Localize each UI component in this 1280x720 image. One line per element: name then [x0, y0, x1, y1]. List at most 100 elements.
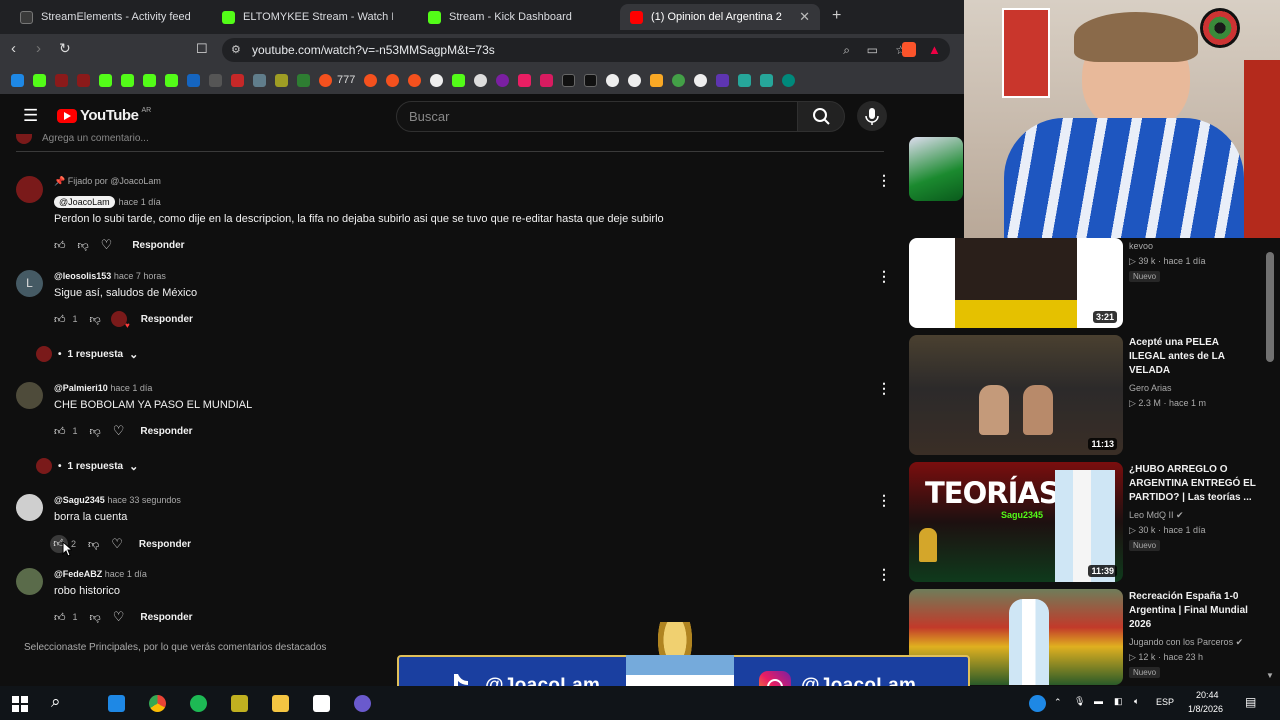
bookmark-icon[interactable] [716, 73, 730, 87]
reply-button[interactable]: Responder [139, 539, 191, 550]
spotify-icon[interactable] [190, 695, 207, 712]
comment-time[interactable]: hace 1 día [119, 197, 161, 207]
bookmark-icon[interactable] [55, 73, 68, 87]
bookmark-icon[interactable] [386, 73, 400, 87]
bookmark-icon[interactable] [33, 73, 46, 87]
comment-author[interactable]: @Sagu2345 [54, 495, 105, 505]
clock-time[interactable]: 20:44 [1196, 690, 1219, 700]
battery-icon[interactable]: ▬ [1094, 696, 1103, 706]
bookmark-icon[interactable] [606, 73, 620, 87]
kick-icon[interactable] [165, 73, 178, 87]
bookmark-icon[interactable] [650, 73, 664, 87]
clock-date[interactable]: 1/8/2026 [1188, 704, 1223, 714]
bookmark-icon[interactable] [672, 73, 686, 87]
comment-time[interactable]: hace 33 segundos [107, 495, 181, 505]
dislike-icon[interactable]: 👎︎ [90, 425, 101, 438]
bookmark-icon[interactable] [77, 73, 90, 87]
brave-shield-icon[interactable] [902, 42, 916, 57]
bookmark-icon[interactable] [275, 73, 288, 87]
volume-icon[interactable]: 🔈︎ [1134, 696, 1139, 707]
video-thumbnail[interactable]: 11:13 [909, 335, 1123, 455]
avatar[interactable] [16, 176, 43, 203]
bookmark-icon[interactable] [628, 73, 642, 87]
x-icon[interactable] [584, 73, 598, 87]
reply-button[interactable]: Responder [140, 426, 192, 437]
close-icon[interactable]: ✕ [799, 9, 810, 25]
author-chip[interactable]: @JoacoLam [54, 196, 115, 208]
forward-icon[interactable]: › [36, 40, 41, 57]
new-tab-button[interactable]: + [832, 7, 841, 25]
more-icon[interactable]: ⋮ [877, 268, 891, 285]
bookmark-icon[interactable] [11, 73, 24, 87]
tab-streamelements[interactable]: StreamElements - Activity feed [10, 4, 210, 30]
bookmark-icon[interactable] [518, 73, 532, 87]
scroll-down-icon[interactable]: ▼ [1266, 671, 1274, 680]
view-replies-button[interactable]: • 1 respuesta ⌄ [36, 458, 138, 474]
chevron-up-icon[interactable]: ⌃ [1054, 697, 1062, 708]
folder-icon[interactable] [272, 695, 289, 712]
reload-icon[interactable]: ↻ [59, 40, 71, 57]
bookmark-icon[interactable] [408, 73, 422, 87]
bookmark-icon[interactable] [474, 73, 488, 87]
back-icon[interactable]: ‹ [11, 40, 16, 57]
video-channel[interactable]: Jugando con los Parceros ✔ [1129, 637, 1243, 648]
dislike-icon[interactable]: 👎︎ [90, 611, 101, 624]
video-channel[interactable]: kevoo [1129, 241, 1153, 251]
notifications-icon[interactable]: ▤ [1245, 695, 1256, 709]
bookmark-icon[interactable]: ☐ [196, 41, 208, 57]
like-icon[interactable]: 👍︎ [54, 611, 66, 624]
bookmark-icon[interactable] [760, 73, 774, 87]
store-icon[interactable] [108, 695, 125, 712]
bookmark-icon[interactable] [297, 73, 310, 87]
tiktok-icon[interactable] [562, 73, 576, 87]
bookmark-icon[interactable] [319, 73, 332, 87]
heart-icon[interactable]: ♡ [113, 609, 125, 625]
more-icon[interactable]: ⋮ [877, 380, 891, 397]
capcut-icon[interactable] [313, 695, 330, 712]
video-thumbnail[interactable]: KEVO 3:21 [909, 238, 1123, 328]
view-replies-button[interactable]: • 1 respuesta ⌄ [36, 346, 138, 362]
add-comment-row[interactable]: Agrega un comentario... [16, 133, 884, 152]
discord-icon[interactable] [354, 695, 371, 712]
add-comment-input[interactable]: Agrega un comentario... [42, 133, 149, 144]
video-channel[interactable]: Leo MdQ II ✔ [1129, 510, 1184, 521]
reply-button[interactable]: Responder [140, 612, 192, 623]
tab-kick-stream[interactable]: ELTOMYKEE Stream - Watch Live [212, 4, 412, 30]
app-icon[interactable] [231, 695, 248, 712]
comment-time[interactable]: hace 1 día [105, 569, 147, 579]
bookmark-icon[interactable] [209, 73, 222, 87]
like-icon[interactable]: 👍︎ [54, 313, 66, 326]
like-icon[interactable]: 👍︎ [54, 425, 66, 438]
comment-author[interactable]: @FedeABZ [54, 569, 102, 579]
zoom-icon[interactable]: ⌕ [843, 38, 850, 62]
comment-author[interactable]: @leosolis153 [54, 271, 111, 281]
bookmark-icon[interactable] [738, 73, 752, 87]
reply-button[interactable]: Responder [132, 240, 184, 251]
bookmark-icon[interactable] [430, 73, 444, 87]
windows-start-icon[interactable] [12, 696, 28, 712]
instagram-icon[interactable] [540, 73, 554, 87]
like-icon[interactable]: 👍︎ [54, 239, 66, 252]
more-icon[interactable]: ⋮ [877, 566, 891, 583]
bookmark-icon[interactable] [496, 73, 510, 87]
chrome-icon[interactable] [149, 695, 166, 712]
bookmark-icon[interactable] [253, 73, 266, 87]
more-icon[interactable]: ⋮ [877, 492, 891, 509]
search-input[interactable]: Buscar [396, 101, 798, 132]
heart-icon[interactable]: ♡ [111, 536, 123, 552]
video-title[interactable]: ¿HUBO ARREGLO O ARGENTINA ENTREGÓ EL PAR… [1129, 463, 1257, 505]
bookmark-icon[interactable] [364, 73, 378, 87]
video-thumbnail[interactable] [909, 137, 963, 201]
dislike-icon[interactable]: 👎︎ [78, 239, 89, 252]
site-info-icon[interactable]: ⚙ [231, 38, 241, 62]
bookmark-count[interactable]: 777 [337, 74, 355, 86]
bookmark-icon[interactable] [187, 73, 200, 87]
search-icon[interactable]: ⌕ [51, 692, 61, 712]
youtube-logo[interactable]: YouTube AR [57, 107, 151, 124]
more-icon[interactable]: ⋮ [877, 172, 891, 189]
tab-kick-dashboard[interactable]: Stream - Kick Dashboard [418, 4, 618, 30]
network-icon[interactable]: ◧ [1114, 696, 1123, 707]
cast-icon[interactable]: ▭ [867, 38, 878, 62]
avatar[interactable] [16, 568, 43, 595]
bookmark-icon[interactable] [694, 73, 708, 87]
